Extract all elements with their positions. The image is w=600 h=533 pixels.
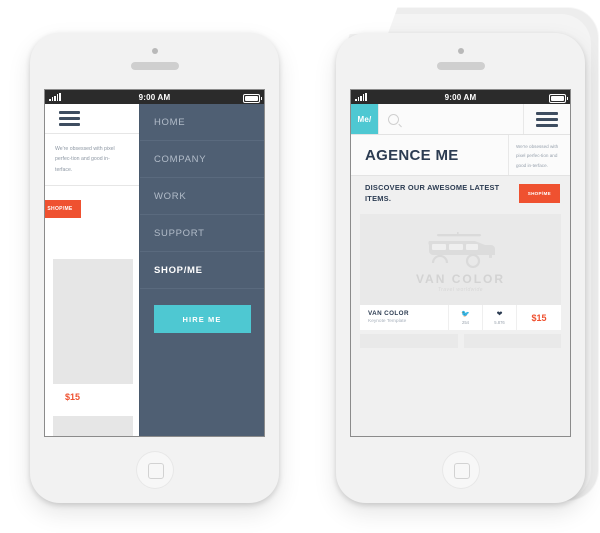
menu-item-work[interactable]: WORK — [140, 178, 264, 215]
van-shape-icon — [427, 231, 495, 268]
slideout-menu: HOME COMPANY WORK SUPPORT SHOP/ME HIRE M… — [139, 104, 264, 436]
right-phone-content: Me/ AGENCE ME We're obsessed with pixel … — [351, 104, 570, 436]
tweet-stat[interactable]: 🐦 254 — [448, 305, 482, 330]
signal-bars-icon — [355, 92, 367, 101]
next-card-placeholder[interactable] — [360, 334, 458, 348]
screen-left: 9:00 AM We're obsessed with pixel perfec… — [44, 89, 265, 437]
product-info: VAN COLOR Keynote Template — [360, 305, 448, 330]
van-illustration-icon: VAN COLOR Travel worldwide — [360, 231, 561, 292]
battery-icon — [243, 93, 262, 103]
front-camera-icon — [151, 48, 158, 54]
twitter-bird-icon: 🐦 — [461, 310, 470, 318]
menu-item-label: WORK — [154, 190, 187, 202]
mockup-stage: 9:00 AM We're obsessed with pixel perfec… — [0, 0, 600, 533]
page-title: AGENCE ME — [365, 146, 459, 164]
front-camera-icon — [457, 48, 464, 54]
phone-left: 9:00 AM We're obsessed with pixel perfec… — [30, 33, 279, 503]
home-button[interactable] — [441, 451, 480, 489]
artwork-title: VAN COLOR — [415, 271, 506, 286]
hamburger-menu-icon[interactable] — [59, 111, 80, 126]
left-phone-content: We're obsessed with pixel perfec-tion an… — [45, 104, 264, 436]
navbar: Me/ — [351, 104, 570, 135]
earpiece-speaker-icon — [436, 62, 485, 70]
page-topbar — [45, 104, 141, 134]
search-input[interactable] — [378, 104, 524, 134]
status-bar-right: 9:00 AM — [351, 90, 570, 104]
menu-item-label: COMPANY — [154, 153, 207, 165]
artwork-subtitle: Travel worldwide — [437, 286, 484, 293]
tweet-count: 254 — [462, 319, 469, 325]
promo-section: DISCOVER OUR AWESOME LATEST ITEMS. SHOP/… — [351, 176, 570, 210]
page-description: We're obsessed with pixel perfec-tion an… — [55, 146, 115, 173]
underlying-page: We're obsessed with pixel perfec-tion an… — [45, 104, 141, 436]
signal-bars-icon — [49, 92, 61, 101]
home-square-icon — [147, 463, 164, 479]
menu-item-label: SHOP/ME — [154, 264, 203, 276]
home-button[interactable] — [135, 451, 174, 489]
product-card-placeholder[interactable] — [53, 259, 133, 384]
product-footer: VAN COLOR Keynote Template 🐦 254 ❤ 5.876… — [360, 305, 561, 330]
status-bar-left: 9:00 AM — [45, 90, 264, 104]
search-icon — [388, 113, 399, 125]
menu-item-label: HOME — [154, 116, 186, 128]
hero-section: AGENCE ME We're obsessed with pixel perf… — [351, 135, 570, 176]
heart-icon: ❤ — [496, 310, 503, 318]
brand-logo[interactable]: Me/ — [351, 104, 378, 134]
next-card-placeholder[interactable] — [53, 416, 133, 436]
battery-icon — [549, 93, 568, 103]
hire-me-button[interactable]: HIRE ME — [153, 305, 251, 333]
product-subtitle: Keynote Template — [368, 318, 407, 324]
product-artwork[interactable]: VAN COLOR Travel worldwide — [360, 214, 561, 305]
menu-item-shopme[interactable]: SHOP/ME — [140, 252, 264, 289]
next-items-row — [360, 334, 561, 348]
product-price: $15 — [516, 305, 561, 330]
screen-right: 9:00 AM Me/ AGENCE ME We're obsessed wit… — [350, 89, 571, 437]
shop-button[interactable]: SHOP/ME — [45, 200, 81, 219]
promo-headline: DISCOVER OUR AWESOME LATEST ITEMS. — [365, 182, 500, 203]
next-card-placeholder[interactable] — [463, 334, 561, 348]
menu-item-company[interactable]: COMPANY — [140, 141, 264, 178]
status-time: 9:00 AM — [444, 92, 477, 102]
shop-button[interactable]: SHOP/ME — [518, 183, 560, 203]
menu-item-home[interactable]: HOME — [140, 104, 264, 141]
divider — [45, 185, 141, 187]
menu-item-support[interactable]: SUPPORT — [140, 215, 264, 252]
hero-description: We're obsessed with pixel perfec-tion an… — [508, 135, 570, 175]
like-count: 5.876 — [494, 319, 505, 325]
hamburger-menu-icon[interactable] — [524, 104, 570, 134]
product-title: VAN COLOR — [368, 310, 409, 317]
earpiece-speaker-icon — [130, 62, 179, 70]
like-stat[interactable]: ❤ 5.876 — [482, 305, 516, 330]
phone-right: 9:00 AM Me/ AGENCE ME We're obsessed wit… — [336, 33, 585, 503]
menu-item-label: SUPPORT — [154, 227, 205, 239]
status-time: 9:00 AM — [138, 92, 171, 102]
product-price: $15 — [53, 385, 133, 409]
home-square-icon — [453, 463, 470, 479]
